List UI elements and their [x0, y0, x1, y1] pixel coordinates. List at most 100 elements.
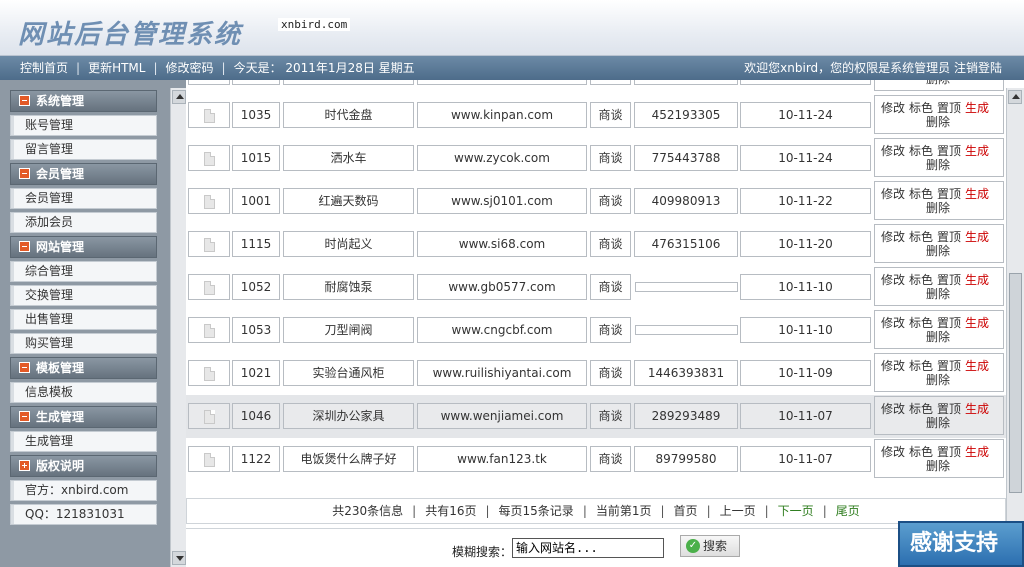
pin-top-link[interactable]: 置顶 [937, 187, 961, 201]
search-input[interactable]: 输入网站名... [512, 538, 664, 558]
sidebar-section-templates[interactable]: 模板管理 [10, 357, 157, 379]
sidebar-item-info-template[interactable]: 信息模板 [10, 382, 157, 403]
row-site-url[interactable]: www.cngcbf.com [417, 317, 587, 343]
sidebar-item-exchange[interactable]: 交换管理 [10, 285, 157, 306]
edit-link[interactable]: 修改 [881, 230, 905, 244]
row-doc-icon [188, 317, 230, 343]
edit-link[interactable]: 修改 [881, 359, 905, 373]
row-site-url[interactable]: www.sj0101.com [417, 188, 587, 214]
pin-top-link[interactable]: 置顶 [937, 230, 961, 244]
delete-link[interactable]: 删除 [875, 80, 1003, 86]
sidebar-section-generate[interactable]: 生成管理 [10, 406, 157, 428]
edit-link[interactable]: 修改 [881, 445, 905, 459]
edit-link[interactable]: 修改 [881, 273, 905, 287]
pager-next-link[interactable]: 下一页 [778, 504, 814, 518]
row-doc-icon [188, 446, 230, 472]
pin-top-link[interactable]: 置顶 [937, 144, 961, 158]
row-site-url[interactable]: www.wenjiamei.com [417, 403, 587, 429]
color-link[interactable]: 标色 [909, 273, 933, 287]
color-link[interactable]: 标色 [909, 187, 933, 201]
sidebar-scrollbar[interactable] [170, 88, 186, 567]
search-button[interactable]: ✓ 搜索 [680, 535, 740, 557]
sidebar-item-general[interactable]: 综合管理 [10, 261, 157, 282]
delete-link[interactable]: 删除 [875, 287, 1003, 301]
edit-link[interactable]: 修改 [881, 187, 905, 201]
delete-link[interactable]: 删除 [875, 373, 1003, 387]
row-site-url[interactable]: www.gb0577.com [417, 274, 587, 300]
sidebar-item-sell[interactable]: 出售管理 [10, 309, 157, 330]
edit-link[interactable]: 修改 [881, 144, 905, 158]
sidebar-item-add-member[interactable]: 添加会员 [10, 212, 157, 233]
generate-link[interactable]: 生成 [965, 187, 989, 201]
pin-top-link[interactable]: 置顶 [937, 273, 961, 287]
row-qq-number: 89799580 [634, 446, 738, 472]
generate-link[interactable]: 生成 [965, 101, 989, 115]
generate-link[interactable]: 生成 [965, 359, 989, 373]
color-link[interactable]: 标色 [909, 316, 933, 330]
pin-top-link[interactable]: 置顶 [937, 101, 961, 115]
pin-top-link[interactable]: 置顶 [937, 402, 961, 416]
scroll-down-arrow-icon[interactable] [172, 551, 186, 565]
pin-top-link[interactable]: 置顶 [937, 316, 961, 330]
scroll-up-arrow-icon[interactable] [172, 90, 186, 104]
edit-link[interactable]: 修改 [881, 402, 905, 416]
generate-link[interactable]: 生成 [965, 144, 989, 158]
color-link[interactable]: 标色 [909, 101, 933, 115]
delete-link[interactable]: 删除 [875, 416, 1003, 430]
sidebar-item-member-manage[interactable]: 会员管理 [10, 188, 157, 209]
row-site-url[interactable]: www.si68.com [417, 231, 587, 257]
row-site-url[interactable]: www.kinpan.com [417, 102, 587, 128]
nav-update-html[interactable]: 更新HTML [88, 61, 145, 75]
nav-change-password[interactable]: 修改密码 [166, 61, 214, 75]
generate-link[interactable]: 生成 [965, 445, 989, 459]
delete-link[interactable]: 删除 [875, 158, 1003, 172]
color-link[interactable]: 标色 [909, 402, 933, 416]
pagination: 共230条信息 | 共有16页 | 每页15条记录 | 当前第1页 | 首页 | 上一页 | 下一页 | 尾… [186, 498, 1006, 524]
row-site-url[interactable]: www.zycok.com [417, 145, 587, 171]
row-qq-empty [635, 282, 738, 292]
color-link[interactable]: 标色 [909, 445, 933, 459]
edit-link[interactable]: 修改 [881, 101, 905, 115]
sidebar-item-accounts[interactable]: 账号管理 [10, 115, 157, 136]
sidebar-section-copyright[interactable]: 版权说明 [10, 455, 157, 477]
sidebar-section-system[interactable]: 系统管理 [10, 90, 157, 112]
pager-first-link[interactable]: 首页 [674, 504, 698, 518]
generate-link[interactable]: 生成 [965, 402, 989, 416]
scroll-thumb[interactable] [1009, 273, 1022, 493]
pin-top-link[interactable]: 置顶 [937, 445, 961, 459]
nav-control-home[interactable]: 控制首页 [20, 61, 68, 75]
edit-link[interactable]: 修改 [881, 316, 905, 330]
sidebar-item-messages[interactable]: 留言管理 [10, 139, 157, 160]
row-site-url[interactable]: www.fan123.tk [417, 446, 587, 472]
collapse-icon [19, 241, 30, 252]
color-link[interactable]: 标色 [909, 230, 933, 244]
document-icon [203, 366, 215, 381]
pager-last-link[interactable]: 尾页 [836, 504, 860, 518]
sidebar-item-generate[interactable]: 生成管理 [10, 431, 157, 452]
row-site-url[interactable]: www.ruilishiyantai.com [417, 360, 587, 386]
search-bar: 模糊搜索： 输入网站名... ✓ 搜索 [186, 528, 1006, 567]
pager-prev-link[interactable]: 上一页 [720, 504, 756, 518]
thanks-support-button[interactable]: 感谢支持 [898, 521, 1024, 567]
pin-top-link[interactable]: 置顶 [937, 359, 961, 373]
main-scrollbar[interactable] [1006, 88, 1024, 567]
sidebar-section-sites[interactable]: 网站管理 [10, 236, 157, 258]
row-site-url[interactable]: www.jwwbb.com [417, 80, 587, 85]
sidebar-item-buy[interactable]: 购买管理 [10, 333, 157, 354]
delete-link[interactable]: 删除 [875, 244, 1003, 258]
generate-link[interactable]: 生成 [965, 230, 989, 244]
delete-link[interactable]: 删除 [875, 330, 1003, 344]
logo-domain: xnbird.com [278, 18, 351, 31]
color-link[interactable]: 标色 [909, 359, 933, 373]
delete-link[interactable]: 删除 [875, 201, 1003, 215]
delete-link[interactable]: 删除 [875, 115, 1003, 129]
row-site-name: 实验台通风柜 [283, 360, 414, 386]
color-link[interactable]: 标色 [909, 144, 933, 158]
welcome-text[interactable]: 欢迎您xnbird，您的权限是系统管理员 注销登陆 [744, 56, 1002, 80]
sidebar-section-members[interactable]: 会员管理 [10, 163, 157, 185]
generate-link[interactable]: 生成 [965, 273, 989, 287]
scroll-up-arrow-icon[interactable] [1008, 90, 1022, 104]
row-trade-type: 商谈 [590, 317, 631, 343]
delete-link[interactable]: 删除 [875, 459, 1003, 473]
generate-link[interactable]: 生成 [965, 316, 989, 330]
